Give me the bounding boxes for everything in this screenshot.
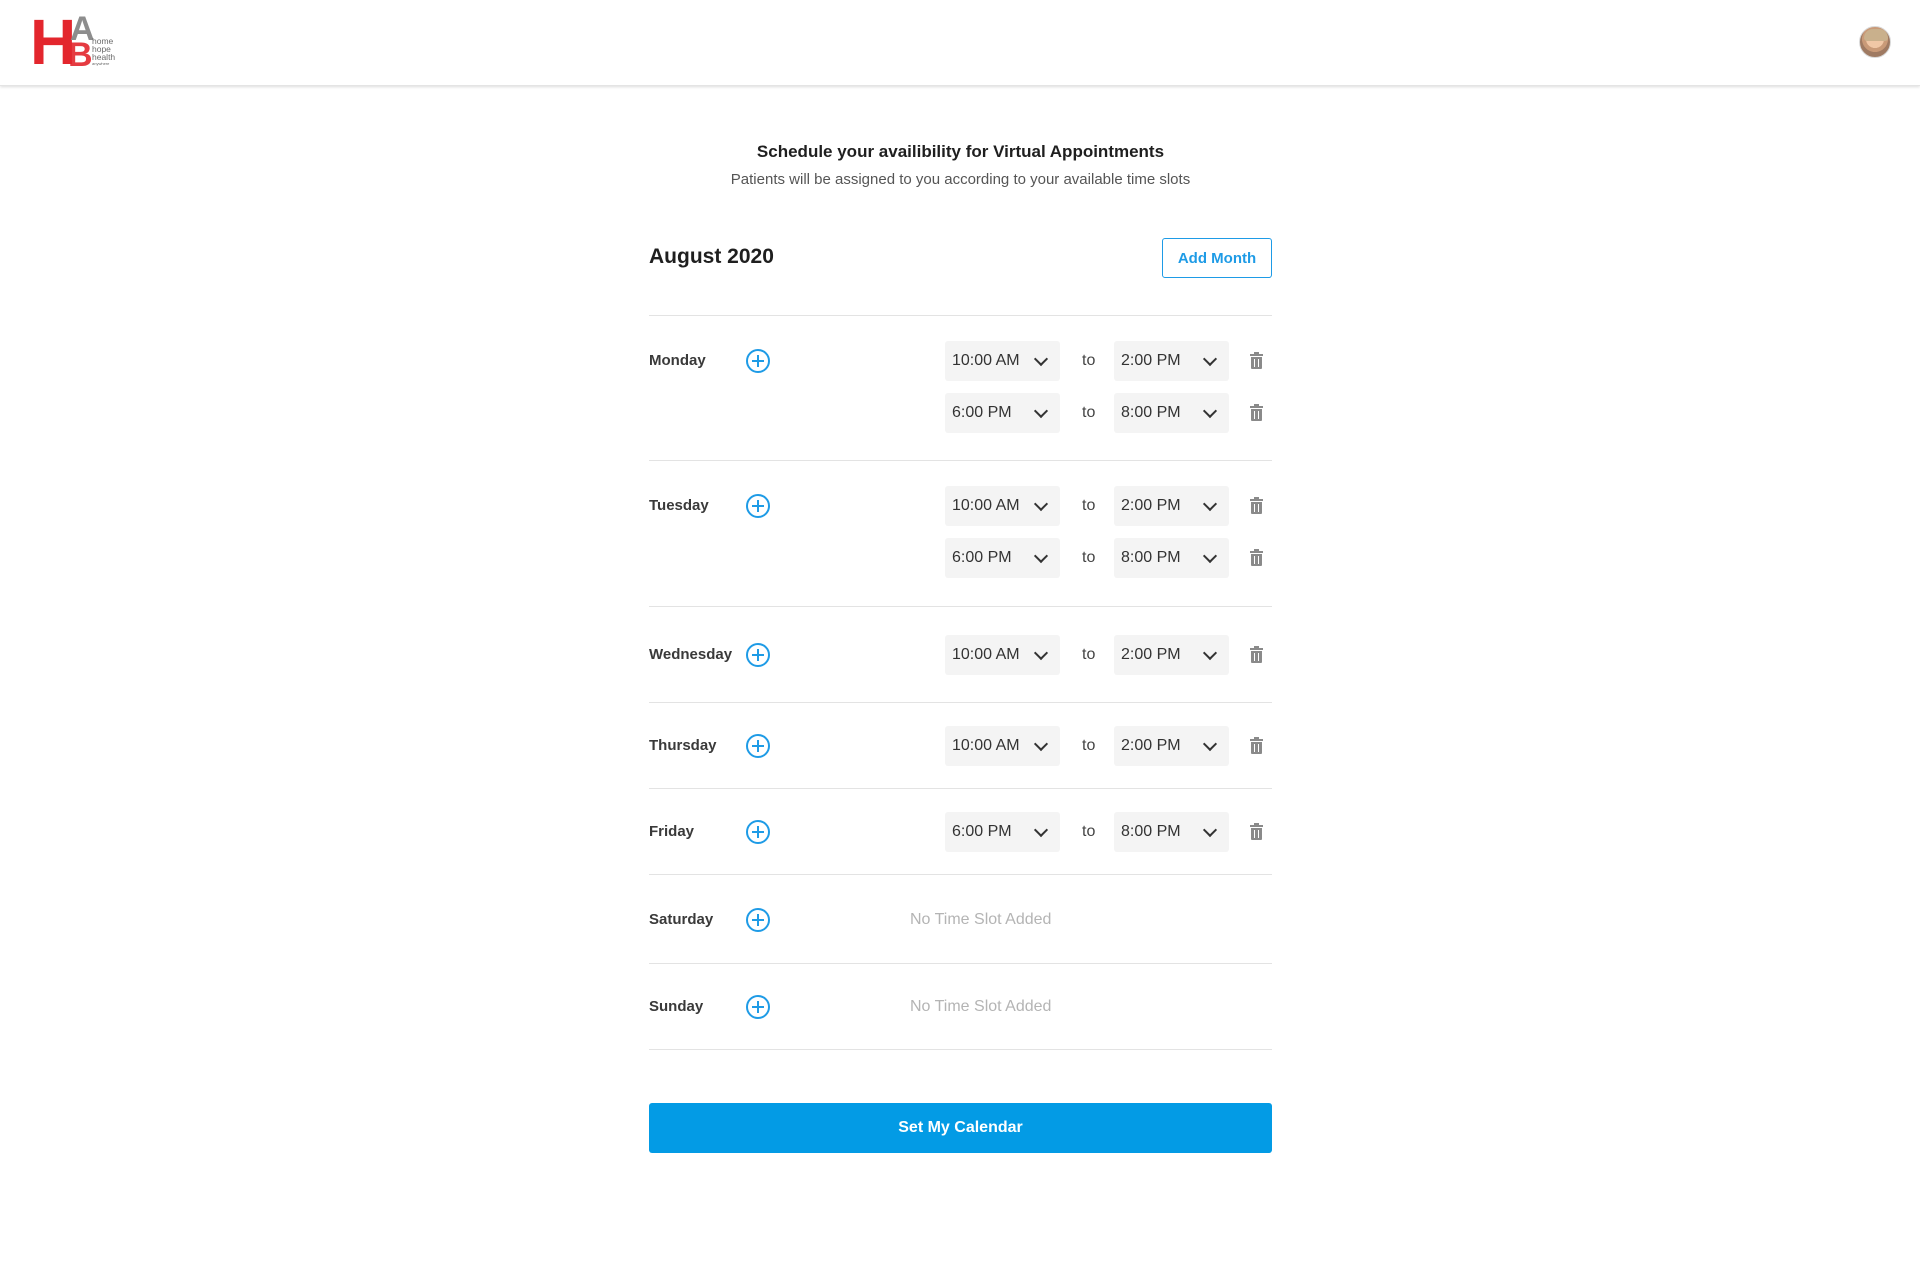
chevron-down-icon bbox=[1202, 645, 1218, 661]
day-label: Tuesday bbox=[649, 497, 709, 514]
chevron-down-icon bbox=[1033, 822, 1049, 838]
start-time-select[interactable]: 10:00 AM bbox=[945, 635, 1060, 675]
user-avatar-icon[interactable] bbox=[1859, 26, 1891, 58]
end-time-select[interactable]: 8:00 PM bbox=[1114, 393, 1229, 433]
start-time-select[interactable]: 6:00 PM bbox=[945, 538, 1060, 578]
day-label: Thursday bbox=[649, 737, 717, 754]
add-slot-plus-icon[interactable] bbox=[746, 349, 770, 373]
end-time-select[interactable]: 2:00 PM bbox=[1114, 726, 1229, 766]
end-time-select-value: 2:00 PM bbox=[1121, 646, 1181, 663]
to-label: to bbox=[1082, 497, 1096, 514]
no-slot-message: No Time Slot Added bbox=[910, 911, 1052, 928]
end-time-select[interactable]: 2:00 PM bbox=[1114, 635, 1229, 675]
start-time-select-value: 6:00 PM bbox=[952, 404, 1012, 421]
divider bbox=[649, 1049, 1272, 1050]
add-slot-plus-icon[interactable] bbox=[746, 820, 770, 844]
time-slot: 10:00 AM to 2:00 PM bbox=[945, 726, 1272, 766]
trash-icon[interactable] bbox=[1250, 352, 1263, 369]
add-month-button[interactable]: Add Month bbox=[1162, 238, 1272, 278]
to-label: to bbox=[1082, 737, 1096, 754]
day-row-sunday: Sunday No Time Slot Added bbox=[649, 963, 1272, 1049]
end-time-select-value: 8:00 PM bbox=[1121, 404, 1181, 421]
trash-icon[interactable] bbox=[1250, 823, 1263, 840]
chevron-down-icon bbox=[1202, 548, 1218, 564]
trash-icon[interactable] bbox=[1250, 549, 1263, 566]
page-title: Schedule your availibility for Virtual A… bbox=[756, 142, 1165, 161]
start-time-select[interactable]: 10:00 AM bbox=[945, 486, 1060, 526]
no-slot-message: No Time Slot Added bbox=[910, 998, 1052, 1015]
start-time-select-value: 6:00 PM bbox=[952, 823, 1012, 840]
time-slot: 10:00 AM to 2:00 PM bbox=[945, 635, 1272, 675]
day-label: Wednesday bbox=[649, 646, 733, 663]
to-label: to bbox=[1082, 352, 1096, 369]
end-time-select-value: 8:00 PM bbox=[1121, 549, 1181, 566]
day-row-thursday: Thursday 10:00 AM to 2:00 PM bbox=[649, 702, 1272, 788]
to-label: to bbox=[1082, 823, 1096, 840]
chevron-down-icon bbox=[1033, 645, 1049, 661]
time-slot: 6:00 PM to 8:00 PM bbox=[945, 393, 1272, 433]
month-title: August 2020 bbox=[649, 245, 774, 268]
add-slot-plus-icon[interactable] bbox=[746, 908, 770, 932]
time-slot: 10:00 AM to 2:00 PM bbox=[945, 341, 1272, 381]
start-time-select-value: 10:00 AM bbox=[952, 497, 1020, 514]
end-time-select-value: 8:00 PM bbox=[1121, 823, 1181, 840]
day-row-monday: Monday 10:00 AM to 2:00 PM 6:00 PM to 8:00 PM bbox=[649, 315, 1272, 460]
start-time-select-value: 10:00 AM bbox=[952, 352, 1020, 369]
logo-tagline: home hope health anywhere bbox=[92, 36, 116, 66]
add-slot-plus-icon[interactable] bbox=[746, 643, 770, 667]
chevron-down-icon bbox=[1202, 403, 1218, 419]
top-bar: H A B home hope health anywhere bbox=[0, 0, 1920, 86]
page-subtitle: Patients will be assigned to you accordi… bbox=[730, 171, 1191, 188]
chevron-down-icon bbox=[1202, 351, 1218, 367]
chevron-down-icon bbox=[1202, 496, 1218, 512]
day-row-friday: Friday 6:00 PM to 8:00 PM bbox=[649, 788, 1272, 874]
chevron-down-icon bbox=[1033, 496, 1049, 512]
to-label: to bbox=[1082, 549, 1096, 566]
chevron-down-icon bbox=[1033, 403, 1049, 419]
chevron-down-icon bbox=[1033, 548, 1049, 564]
day-label: Monday bbox=[649, 352, 706, 369]
time-slot: 6:00 PM to 8:00 PM bbox=[945, 812, 1272, 852]
start-time-select[interactable]: 10:00 AM bbox=[945, 726, 1060, 766]
set-calendar-button[interactable]: Set My Calendar bbox=[649, 1103, 1272, 1153]
end-time-select[interactable]: 8:00 PM bbox=[1114, 538, 1229, 578]
trash-icon[interactable] bbox=[1250, 497, 1263, 514]
day-row-tuesday: Tuesday 10:00 AM to 2:00 PM 6:00 PM to 8:00 PM bbox=[649, 460, 1272, 606]
to-label: to bbox=[1082, 404, 1096, 421]
day-row-saturday: Saturday No Time Slot Added bbox=[649, 874, 1272, 963]
day-row-wednesday: Wednesday 10:00 AM to 2:00 PM bbox=[649, 606, 1272, 702]
trash-icon[interactable] bbox=[1250, 646, 1263, 663]
chevron-down-icon bbox=[1033, 736, 1049, 752]
add-slot-plus-icon[interactable] bbox=[746, 734, 770, 758]
day-label: Saturday bbox=[649, 911, 714, 928]
start-time-select-value: 10:00 AM bbox=[952, 646, 1020, 663]
start-time-select[interactable]: 6:00 PM bbox=[945, 393, 1060, 433]
chevron-down-icon bbox=[1202, 736, 1218, 752]
start-time-select[interactable]: 10:00 AM bbox=[945, 341, 1060, 381]
end-time-select-value: 2:00 PM bbox=[1121, 497, 1181, 514]
end-time-select[interactable]: 8:00 PM bbox=[1114, 812, 1229, 852]
start-time-select[interactable]: 6:00 PM bbox=[945, 812, 1060, 852]
end-time-select-value: 2:00 PM bbox=[1121, 352, 1181, 369]
time-slot: 6:00 PM to 8:00 PM bbox=[945, 538, 1272, 578]
end-time-select-value: 2:00 PM bbox=[1121, 737, 1181, 754]
avatar-hair bbox=[1864, 29, 1888, 41]
logo-letter-b: B bbox=[68, 36, 93, 74]
chevron-down-icon bbox=[1202, 822, 1218, 838]
start-time-select-value: 10:00 AM bbox=[952, 737, 1020, 754]
trash-icon[interactable] bbox=[1250, 404, 1263, 421]
chevron-down-icon bbox=[1033, 351, 1049, 367]
add-slot-plus-icon[interactable] bbox=[746, 494, 770, 518]
time-slot: 10:00 AM to 2:00 PM bbox=[945, 486, 1272, 526]
start-time-select-value: 6:00 PM bbox=[952, 549, 1012, 566]
end-time-select[interactable]: 2:00 PM bbox=[1114, 486, 1229, 526]
brand-logo[interactable]: H A B home hope health anywhere bbox=[30, 10, 125, 74]
day-label: Sunday bbox=[649, 998, 704, 1015]
day-label: Friday bbox=[649, 823, 695, 840]
to-label: to bbox=[1082, 646, 1096, 663]
add-slot-plus-icon[interactable] bbox=[746, 995, 770, 1019]
end-time-select[interactable]: 2:00 PM bbox=[1114, 341, 1229, 381]
trash-icon[interactable] bbox=[1250, 737, 1263, 754]
